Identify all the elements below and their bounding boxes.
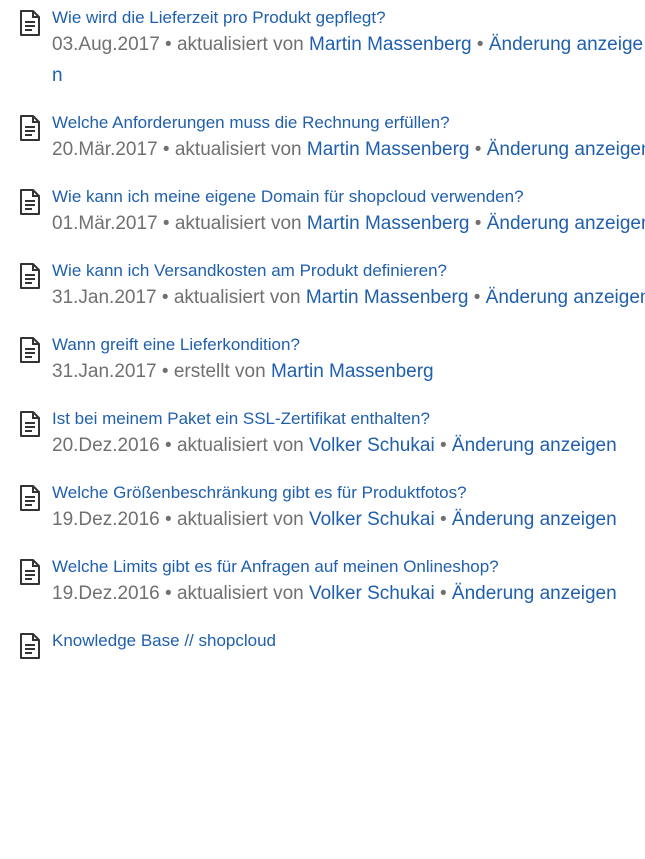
list-item: Welche Limits gibt es für Anfragen auf m… xyxy=(16,555,641,609)
update-date: 19.Dez.2016 xyxy=(52,509,160,530)
update-action: aktualisiert von xyxy=(174,213,302,234)
page-icon xyxy=(18,262,42,290)
page-icon xyxy=(18,9,42,37)
page-meta: 01.Mär.2017 • aktualisiert von Martin Ma… xyxy=(52,208,645,239)
separator-bullet: • xyxy=(474,139,482,160)
update-action: aktualisiert von xyxy=(173,287,301,308)
update-date: 20.Dez.2016 xyxy=(52,435,160,456)
view-change-link[interactable]: Änderung anzeigen xyxy=(452,435,617,456)
update-action: aktualisiert von xyxy=(176,509,304,530)
page-icon xyxy=(18,558,42,586)
author-link[interactable]: Volker Schukai xyxy=(309,435,435,456)
view-change-link[interactable]: Änderung anzeigen xyxy=(452,583,617,604)
update-action: aktualisiert von xyxy=(176,34,304,55)
separator-bullet: • xyxy=(165,509,172,530)
list-item: Wie kann ich meine eigene Domain für sho… xyxy=(16,185,645,239)
view-change-link[interactable]: Änderung anzeigen xyxy=(487,139,645,160)
list-item: Wie wird die Lieferzeit pro Produkt gepf… xyxy=(16,6,643,91)
author-link[interactable]: Martin Massenberg xyxy=(307,213,470,234)
separator-bullet: • xyxy=(439,509,447,530)
list-item: Wann greift eine Lieferkondition? 31.Jan… xyxy=(16,333,641,387)
page-icon xyxy=(18,632,42,660)
page-icon xyxy=(18,410,42,438)
page-meta: 19.Dez.2016 • aktualisiert von Volker Sc… xyxy=(52,578,645,609)
list-item: Ist bei meinem Paket ein SSL-Zertifikat … xyxy=(16,407,641,461)
author-link[interactable]: Volker Schukai xyxy=(309,509,435,530)
list-item: Welche Größenbeschränkung gibt es für Pr… xyxy=(16,481,641,535)
update-date: 31.Jan.2017 xyxy=(52,287,157,308)
author-link[interactable]: Martin Massenberg xyxy=(309,34,472,55)
page-meta: 31.Jan.2017 • aktualisiert von Martin Ma… xyxy=(52,282,645,313)
author-link[interactable]: Martin Massenberg xyxy=(306,287,469,308)
update-action: erstellt von xyxy=(173,361,266,382)
page-link[interactable]: Welche Anforderungen muss die Rechnung e… xyxy=(52,111,592,134)
page-link[interactable]: Wie kann ich Versandkosten am Produkt de… xyxy=(52,259,592,282)
page-link[interactable]: Wie kann ich meine eigene Domain für sho… xyxy=(52,185,592,208)
update-action: aktualisiert von xyxy=(174,139,302,160)
list-item: Wie kann ich Versandkosten am Produkt de… xyxy=(16,259,645,313)
update-date: 20.Mär.2017 xyxy=(52,139,158,160)
update-date: 03.Aug.2017 xyxy=(52,34,160,55)
page-icon xyxy=(18,188,42,216)
list-item: Welche Anforderungen muss die Rechnung e… xyxy=(16,111,645,165)
view-change-link[interactable]: Änderung anzeigen xyxy=(486,287,645,308)
separator-bullet: • xyxy=(439,583,447,604)
page-meta: 20.Mär.2017 • aktualisiert von Martin Ma… xyxy=(52,134,645,165)
separator-bullet: • xyxy=(165,34,172,55)
page-link[interactable]: Wie wird die Lieferzeit pro Produkt gepf… xyxy=(52,6,592,29)
page-icon xyxy=(18,114,42,142)
separator-bullet: • xyxy=(165,435,172,456)
page-meta: 19.Dez.2016 • aktualisiert von Volker Sc… xyxy=(52,504,645,535)
separator-bullet: • xyxy=(473,287,481,308)
separator-bullet: • xyxy=(476,34,484,55)
update-date: 01.Mär.2017 xyxy=(52,213,158,234)
author-link[interactable]: Volker Schukai xyxy=(309,583,435,604)
space-link[interactable]: Knowledge Base // shopcloud xyxy=(52,629,592,652)
recent-updates-list: Wie wird die Lieferzeit pro Produkt gepf… xyxy=(16,6,645,659)
separator-bullet: • xyxy=(165,583,172,604)
update-date: 31.Jan.2017 xyxy=(52,361,157,382)
page-link[interactable]: Welche Limits gibt es für Anfragen auf m… xyxy=(52,555,592,578)
page-meta: 03.Aug.2017 • aktualisiert von Martin Ma… xyxy=(52,29,645,91)
list-item: Knowledge Base // shopcloud xyxy=(16,629,641,659)
page-meta: 20.Dez.2016 • aktualisiert von Volker Sc… xyxy=(52,430,645,461)
view-change-link[interactable]: Änderung anzeigen xyxy=(452,509,617,530)
view-change-link[interactable]: Änderung anzeigen xyxy=(487,213,645,234)
page-meta: 31.Jan.2017 • erstellt von Martin Massen… xyxy=(52,356,645,387)
page-link[interactable]: Ist bei meinem Paket ein SSL-Zertifikat … xyxy=(52,407,592,430)
author-link[interactable]: Martin Massenberg xyxy=(271,361,434,382)
page-link[interactable]: Wann greift eine Lieferkondition? xyxy=(52,333,592,356)
separator-bullet: • xyxy=(439,435,447,456)
update-action: aktualisiert von xyxy=(176,435,304,456)
separator-bullet: • xyxy=(162,213,170,234)
author-link[interactable]: Martin Massenberg xyxy=(307,139,470,160)
separator-bullet: • xyxy=(161,361,169,382)
page-icon xyxy=(18,484,42,512)
separator-bullet: • xyxy=(162,139,170,160)
page-icon xyxy=(18,336,42,364)
update-date: 19.Dez.2016 xyxy=(52,583,160,604)
separator-bullet: • xyxy=(474,213,482,234)
separator-bullet: • xyxy=(161,287,169,308)
update-action: aktualisiert von xyxy=(176,583,304,604)
page-link[interactable]: Welche Größenbeschränkung gibt es für Pr… xyxy=(52,481,592,504)
